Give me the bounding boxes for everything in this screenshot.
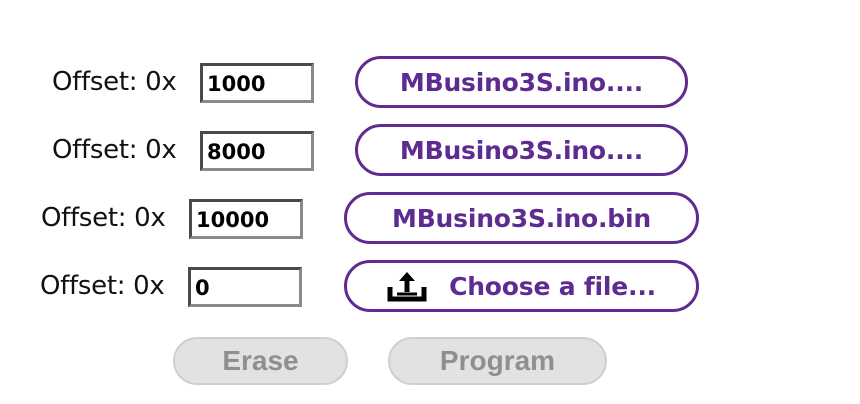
- offset-label: Offset: 0x: [40, 271, 165, 301]
- erase-button[interactable]: Erase: [173, 337, 348, 385]
- file-button-label: Choose a file...: [449, 271, 656, 301]
- file-select-button-2[interactable]: MBusino3S.ino....: [355, 124, 688, 176]
- file-select-button-1[interactable]: MBusino3S.ino....: [355, 56, 688, 108]
- upload-icon: [387, 272, 427, 302]
- file-button-label: MBusino3S.ino.bin: [392, 203, 651, 233]
- offset-input-3[interactable]: [189, 199, 303, 239]
- offset-input-4[interactable]: [188, 267, 302, 307]
- choose-file-button[interactable]: Choose a file...: [344, 260, 699, 312]
- file-button-label: MBusino3S.ino....: [399, 67, 644, 97]
- offset-label: Offset: 0x: [52, 67, 177, 97]
- program-button[interactable]: Program: [388, 337, 607, 385]
- offset-label: Offset: 0x: [52, 135, 177, 165]
- offset-input-1[interactable]: [200, 63, 314, 103]
- file-button-label: MBusino3S.ino....: [399, 135, 644, 165]
- offset-row-1: Offset: 0x MBusino3S.ino....: [0, 56, 860, 108]
- offset-input-2[interactable]: [200, 131, 314, 171]
- offset-row-4: Offset: 0x Choose a file...: [0, 260, 860, 312]
- offset-row-3: Offset: 0x MBusino3S.ino.bin: [0, 192, 860, 244]
- file-select-button-3[interactable]: MBusino3S.ino.bin: [344, 192, 699, 244]
- offset-row-2: Offset: 0x MBusino3S.ino....: [0, 124, 860, 176]
- offset-label: Offset: 0x: [41, 203, 166, 233]
